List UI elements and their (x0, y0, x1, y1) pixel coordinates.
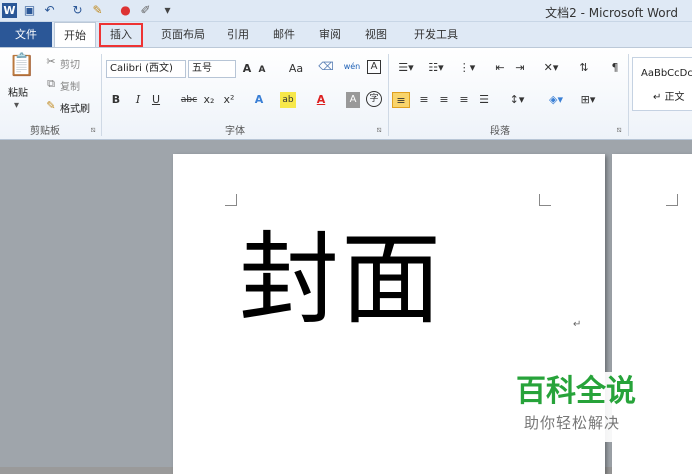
cover-heading[interactable]: 封面 (239, 220, 443, 340)
tab-insert[interactable]: 插入 (99, 23, 143, 47)
group-separator (388, 54, 389, 136)
char-border-icon[interactable]: A (367, 60, 381, 74)
tab-page-layout[interactable]: 页面布局 (155, 22, 211, 47)
group-separator (628, 54, 629, 136)
color-icon[interactable]: ● (118, 3, 133, 18)
align-right-icon[interactable]: ≡ (436, 92, 452, 108)
clipboard-launcher-icon[interactable]: ⧅ (88, 122, 98, 138)
group-separator (101, 54, 102, 136)
copy-button[interactable]: 复制 (60, 78, 80, 93)
bold-icon[interactable]: B (110, 92, 122, 108)
phonetic-guide-icon[interactable]: wén (343, 59, 361, 75)
align-center-icon[interactable]: ≡ (416, 92, 432, 108)
format-painter-button[interactable]: 格式刷 (60, 100, 90, 115)
clipboard-group-label: 剪贴板 (30, 126, 60, 137)
style-normal-label: ↵ 正文 (653, 92, 685, 103)
bullets-icon[interactable]: ☰▾ (394, 60, 418, 76)
shading-icon[interactable]: ◈▾ (544, 92, 568, 108)
word-app-icon[interactable]: W (2, 3, 17, 18)
ribbon-tab-bar: 文件 开始 插入 页面布局 引用 邮件 审阅 视图 开发工具 (0, 22, 692, 48)
tab-home[interactable]: 开始 (54, 22, 96, 48)
show-marks-icon[interactable]: ¶ (608, 60, 622, 76)
font-launcher-icon[interactable]: ⧅ (374, 122, 384, 138)
font-size-combo[interactable]: 五号 (188, 60, 236, 78)
char-shading-icon[interactable]: A (346, 92, 360, 108)
grow-font-icon[interactable]: A (240, 61, 254, 77)
multilevel-list-icon[interactable]: ⋮▾ (454, 60, 480, 76)
customize-icon[interactable]: ▾ (160, 3, 175, 18)
redo-icon[interactable]: ↻ (70, 3, 85, 18)
style-sample-text: AaBbCcDc (641, 68, 692, 79)
decrease-indent-icon[interactable]: ⇤ (492, 60, 508, 76)
underline-icon[interactable]: U (150, 92, 162, 108)
cut-icon[interactable]: ✂ (44, 54, 58, 70)
watermark: 百科全说 助你轻松解决 (506, 372, 666, 442)
clear-format-icon[interactable]: ⌫ (318, 59, 334, 75)
save-icon[interactable]: ▣ (22, 3, 37, 18)
align-left-icon[interactable]: ≡ (392, 92, 410, 108)
font-name-combo[interactable]: Calibri (西文) (106, 60, 186, 78)
distribute-icon[interactable]: ☰ (476, 92, 492, 108)
style-normal-tile[interactable]: AaBbCcDc ↵ 正文 (632, 57, 692, 111)
paragraph-mark: ↵ (573, 319, 582, 330)
paste-button[interactable]: 粘贴 (8, 84, 28, 99)
pen-icon[interactable]: ✐ (138, 3, 153, 18)
margin-mark-top-right (539, 194, 551, 206)
subscript-icon[interactable]: x₂ (202, 92, 216, 108)
watermark-title: 百科全说 (516, 374, 636, 409)
margin-mark-top-left (225, 194, 237, 206)
tab-review[interactable]: 审阅 (314, 22, 346, 47)
format-painter-icon[interactable]: ✎ (90, 3, 105, 18)
tab-view[interactable]: 视图 (360, 22, 392, 47)
tab-mailings[interactable]: 邮件 (268, 22, 300, 47)
chinese-layout-icon[interactable]: ✕▾ (540, 60, 562, 76)
undo-icon[interactable]: ↶ (42, 3, 57, 18)
highlight-icon[interactable]: ab (280, 92, 296, 108)
increase-indent-icon[interactable]: ⇥ (512, 60, 528, 76)
margin-mark-top-left (666, 194, 678, 206)
ribbon-home: 📋 粘贴 ▾ ✂ 剪切 ⧉ 复制 ✎ 格式刷 剪贴板 ⧅ Calibri (西文… (0, 47, 692, 140)
line-spacing-icon[interactable]: ↕▾ (506, 92, 528, 108)
numbering-icon[interactable]: ☷▾ (424, 60, 448, 76)
justify-icon[interactable]: ≡ (456, 92, 472, 108)
watermark-subtitle: 助你轻松解决 (524, 414, 621, 432)
format-painter-icon[interactable]: ✎ (44, 98, 58, 114)
shrink-font-icon[interactable]: A (256, 62, 268, 78)
copy-icon[interactable]: ⧉ (44, 76, 58, 92)
superscript-icon[interactable]: x² (222, 92, 236, 108)
tab-file[interactable]: 文件 (0, 22, 52, 47)
paragraph-launcher-icon[interactable]: ⧅ (614, 122, 624, 138)
tab-references[interactable]: 引用 (222, 22, 254, 47)
sort-icon[interactable]: ⇅ (576, 60, 592, 76)
font-color-icon[interactable]: A (314, 92, 328, 108)
change-case-icon[interactable]: Aa (286, 61, 306, 77)
paste-dropdown-icon[interactable]: ▾ (14, 100, 19, 111)
title-bar: W ▣ ↶ ↻ ✎ ● ✐ ▾ 文档2 - Microsoft Word (0, 0, 692, 22)
borders-icon[interactable]: ⊞▾ (576, 92, 600, 108)
cut-button[interactable]: 剪切 (60, 56, 80, 71)
text-effects-icon[interactable]: A (252, 92, 266, 108)
window-title: 文档2 - Microsoft Word (545, 6, 678, 20)
paste-icon[interactable]: 📋 (8, 52, 35, 80)
tab-developer[interactable]: 开发工具 (408, 22, 464, 47)
italic-icon[interactable]: I (132, 92, 144, 108)
enclose-char-icon[interactable]: 字 (366, 91, 382, 107)
paragraph-group-label: 段落 (490, 126, 510, 137)
strikethrough-icon[interactable]: abc (180, 92, 198, 108)
font-group-label: 字体 (225, 126, 245, 137)
